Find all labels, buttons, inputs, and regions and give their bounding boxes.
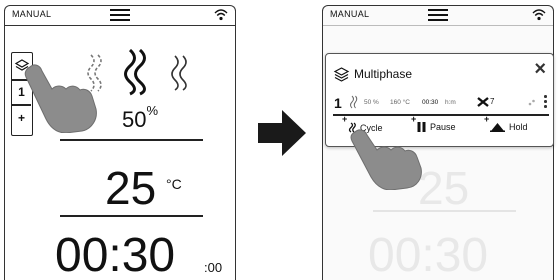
wifi-icon — [214, 9, 228, 21]
top-bar: MANUAL — [5, 6, 235, 26]
temperature-unit: °C — [166, 176, 182, 192]
time-value[interactable]: 00:30 — [55, 231, 175, 280]
wifi-icon — [532, 9, 546, 21]
phase-fan-speed: 7 — [490, 97, 495, 106]
popup-title: Multiphase — [354, 67, 413, 81]
plus-icon: + — [484, 114, 490, 124]
drops-icon — [528, 99, 535, 106]
divider — [60, 139, 203, 141]
fan-icon — [477, 97, 489, 107]
plus-icon: + — [411, 114, 417, 124]
hand-pointer-icon — [24, 64, 97, 133]
arrow-right-icon — [258, 110, 306, 156]
hand-pointer-icon — [350, 129, 422, 190]
left-oven-screen: MANUAL 1 + 50% 25 °C 00:30:00 — [4, 5, 236, 280]
mode-label: MANUAL — [330, 9, 370, 19]
hold-icon — [490, 123, 505, 132]
hold-label: Hold — [509, 122, 528, 132]
time-value-faded: 00:30 — [368, 229, 489, 280]
humidity-readout[interactable]: 50% — [122, 103, 158, 133]
menu-icon[interactable] — [426, 8, 450, 22]
mode-label: MANUAL — [12, 9, 52, 19]
divider — [60, 215, 203, 217]
divider — [333, 114, 549, 116]
humidity-value: 50 — [122, 107, 147, 132]
steam-icon-selected[interactable] — [121, 48, 149, 96]
menu-icon[interactable] — [108, 8, 132, 22]
phase-time-unit: h:m — [445, 99, 456, 106]
steam-icon[interactable] — [168, 54, 190, 92]
top-bar: MANUAL — [323, 6, 553, 26]
steam-icon — [350, 95, 358, 109]
more-options-icon[interactable] — [544, 95, 547, 109]
layers-icon — [333, 67, 350, 82]
phase-time: 00:30 — [422, 99, 439, 106]
close-icon[interactable]: × — [534, 59, 546, 79]
pause-label: Pause — [430, 122, 456, 132]
humidity-unit: % — [146, 103, 159, 118]
plus-icon: + — [342, 114, 348, 124]
add-hold-button[interactable]: + Hold — [484, 114, 528, 132]
phase-temperature: 160 °C — [390, 99, 410, 106]
temperature-value[interactable]: 25 — [105, 165, 156, 211]
phase-humidity: 50 % — [364, 99, 379, 106]
time-seconds: :00 — [204, 260, 223, 275]
phase-number: 1 — [334, 95, 342, 111]
